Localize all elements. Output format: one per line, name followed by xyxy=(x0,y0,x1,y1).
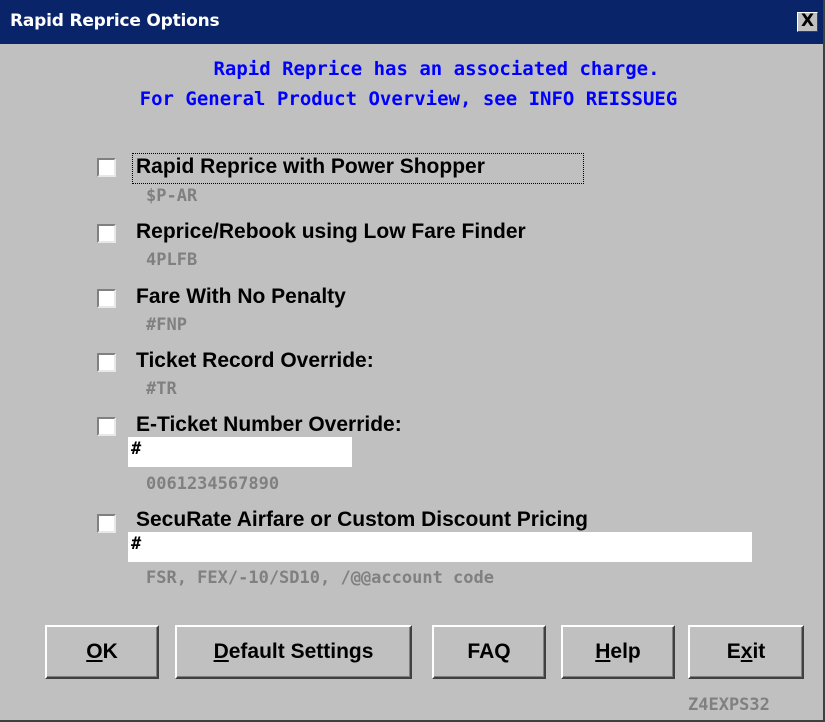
label-eticket-override[interactable]: E-Ticket Number Override: xyxy=(136,413,402,437)
command-no-penalty: #FNP xyxy=(146,315,187,335)
checkbox-power-shopper[interactable] xyxy=(97,158,116,177)
command-low-fare-finder: 4PLFB xyxy=(146,250,198,270)
command-power-shopper: $P-AR xyxy=(146,186,198,206)
label-power-shopper[interactable]: Rapid Reprice with Power Shopper xyxy=(136,155,485,179)
label-no-penalty[interactable]: Fare With No Penalty xyxy=(136,285,346,309)
screen-id: Z4EXPS32 xyxy=(688,695,770,715)
rapid-reprice-dialog: Rapid Reprice Options X Rapid Reprice ha… xyxy=(0,0,825,722)
ok-button[interactable]: OK xyxy=(45,625,159,679)
default-settings-button[interactable]: Default Settings xyxy=(175,625,412,679)
eticket-number-input[interactable]: # xyxy=(128,437,352,467)
checkbox-no-penalty[interactable] xyxy=(97,289,116,308)
charge-notice: Rapid Reprice has an associated charge. xyxy=(213,58,660,80)
product-overview-notice: For General Product Overview, see INFO R… xyxy=(139,88,678,110)
command-ticket-record-override: #TR xyxy=(146,379,177,399)
checkbox-eticket-override[interactable] xyxy=(97,417,116,436)
exit-button[interactable]: Exit xyxy=(688,625,804,679)
close-icon: X xyxy=(800,11,815,31)
checkbox-ticket-record-override[interactable] xyxy=(97,353,116,372)
checkbox-securate-pricing[interactable] xyxy=(97,514,116,533)
window-title: Rapid Reprice Options xyxy=(10,11,220,31)
help-button[interactable]: Help xyxy=(561,625,675,679)
close-button[interactable]: X xyxy=(797,12,818,32)
eticket-number-hint: 0061234567890 xyxy=(146,474,280,494)
label-securate-pricing[interactable]: SecuRate Airfare or Custom Discount Pric… xyxy=(136,508,588,532)
faq-button[interactable]: FAQ xyxy=(432,625,546,679)
label-ticket-record-override[interactable]: Ticket Record Override: xyxy=(136,349,374,373)
checkbox-low-fare-finder[interactable] xyxy=(97,224,116,243)
securate-pricing-input[interactable]: # xyxy=(128,532,752,562)
securate-pricing-hint: FSR, FEX/-10/SD10, /@@account code xyxy=(146,568,494,588)
label-low-fare-finder[interactable]: Reprice/Rebook using Low Fare Finder xyxy=(136,220,526,244)
title-bar[interactable]: Rapid Reprice Options X xyxy=(0,0,823,44)
